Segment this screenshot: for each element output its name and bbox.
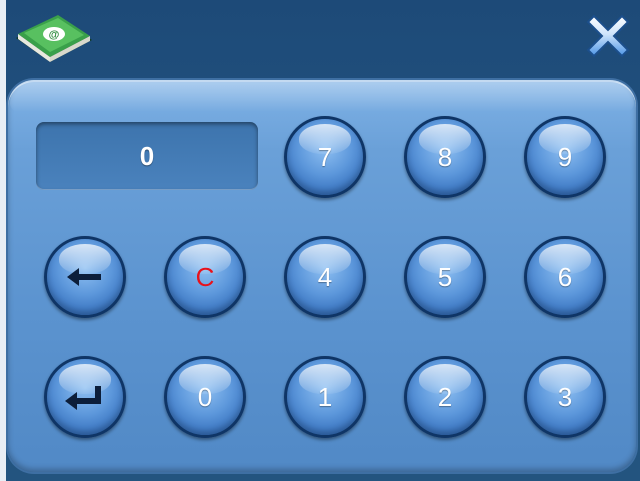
key-8[interactable]: 8 <box>404 116 486 198</box>
key-label: 7 <box>317 141 333 172</box>
key-label: 9 <box>557 141 573 172</box>
key-label: 6 <box>557 261 573 292</box>
close-button[interactable] <box>582 10 634 62</box>
book-icon: @ <box>14 12 94 68</box>
key-3[interactable]: 3 <box>524 356 606 438</box>
key-label: 0 <box>197 381 213 412</box>
key-6[interactable]: 6 <box>524 236 606 318</box>
key-label: 8 <box>437 141 453 172</box>
key-4[interactable]: 4 <box>284 236 366 318</box>
display-value: 0 <box>139 140 155 171</box>
key-7[interactable]: 7 <box>284 116 366 198</box>
key-label: 2 <box>437 381 453 412</box>
key-label: 1 <box>317 381 333 412</box>
key-1[interactable]: 1 <box>284 356 366 438</box>
close-icon <box>586 14 630 58</box>
key-label: C <box>195 261 215 292</box>
svg-text:@: @ <box>49 29 60 41</box>
key-9[interactable]: 9 <box>524 116 606 198</box>
clear-button[interactable]: C <box>164 236 246 318</box>
key-label: 5 <box>437 261 453 292</box>
backspace-button[interactable] <box>44 236 126 318</box>
key-label: 3 <box>557 381 573 412</box>
key-2[interactable]: 2 <box>404 356 486 438</box>
enter-return-icon <box>65 386 101 410</box>
key-0[interactable]: 0 <box>164 356 246 438</box>
key-5[interactable]: 5 <box>404 236 486 318</box>
enter-button[interactable] <box>44 356 126 438</box>
arrow-left-icon <box>67 268 101 286</box>
number-display: 0 <box>36 122 258 190</box>
key-label: 4 <box>317 261 333 292</box>
